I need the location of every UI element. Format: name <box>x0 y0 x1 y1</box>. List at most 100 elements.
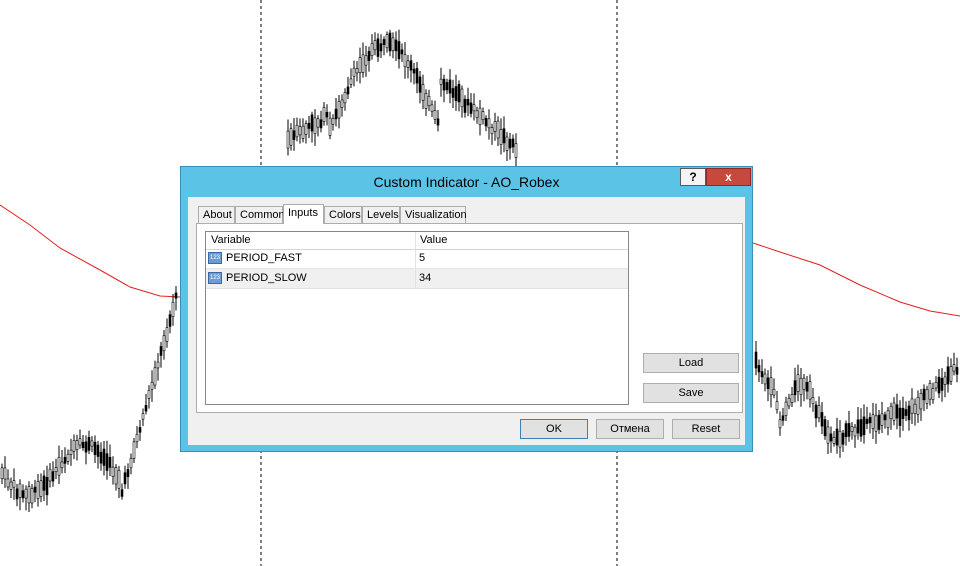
table-row[interactable]: 123 PERIOD_SLOW 34 <box>206 269 628 289</box>
candle-body <box>78 438 82 446</box>
variable-value[interactable]: 34 <box>419 272 431 284</box>
candle-body <box>514 143 518 158</box>
candle-body <box>117 470 121 489</box>
candle-body <box>156 361 160 369</box>
candle-body <box>289 128 293 146</box>
candle-body <box>141 413 145 420</box>
candle-body <box>400 49 404 55</box>
candle-body <box>841 432 845 445</box>
candle-body <box>775 401 779 410</box>
column-separator <box>415 232 416 249</box>
tab-common[interactable]: Common <box>235 206 285 223</box>
header-variable[interactable]: Variable <box>211 234 251 246</box>
integer-param-icon: 123 <box>208 252 222 264</box>
candle-body <box>892 402 896 421</box>
candle-body <box>42 475 46 491</box>
column-separator <box>415 249 416 268</box>
candle-body <box>120 489 124 497</box>
grid-header: Variable Value <box>206 232 628 250</box>
candle-body <box>427 96 431 106</box>
candle-body <box>21 490 25 499</box>
candle-body <box>403 54 407 68</box>
table-row[interactable]: 123 PERIOD_FAST 5 <box>206 249 628 269</box>
candle-body <box>135 433 139 443</box>
candle-body <box>370 43 374 56</box>
candle-body <box>496 120 500 139</box>
candle-body <box>364 55 368 66</box>
candle-body <box>502 128 506 144</box>
candle-body <box>84 441 88 453</box>
header-value[interactable]: Value <box>420 234 447 246</box>
candle-body <box>129 457 133 469</box>
candle-body <box>304 123 308 135</box>
candle-body <box>475 110 479 118</box>
candles-right <box>754 341 959 458</box>
save-button[interactable]: Save <box>643 383 739 403</box>
tab-colors[interactable]: Colors <box>324 206 362 223</box>
candles-top <box>286 29 518 168</box>
candle-body <box>811 397 815 404</box>
candle-body <box>868 417 872 424</box>
candle-body <box>466 98 470 106</box>
candle-body <box>51 471 55 482</box>
candle-body <box>39 480 43 497</box>
candle-body <box>943 376 947 385</box>
ok-button[interactable]: OK <box>520 419 588 439</box>
help-button[interactable]: ? <box>680 168 706 186</box>
candle-body <box>934 381 938 389</box>
candle-body <box>325 111 329 118</box>
candle-body <box>772 388 776 396</box>
candle-body <box>787 398 791 407</box>
tab-about[interactable]: About <box>198 206 235 223</box>
close-button[interactable]: x <box>706 168 751 186</box>
candle-body <box>421 84 425 101</box>
candle-body <box>307 122 311 129</box>
candle-body <box>865 418 869 424</box>
candle-body <box>30 488 34 504</box>
candle-body <box>946 366 950 385</box>
candle-body <box>93 441 97 455</box>
tab-visualization[interactable]: Visualization <box>400 206 467 223</box>
cancel-button[interactable]: Отмена <box>596 419 664 439</box>
candle-body <box>87 437 91 451</box>
candle-body <box>463 98 467 113</box>
inputs-grid[interactable]: Variable Value 123 PERIOD_FAST 5 123 PER… <box>205 231 629 405</box>
candle-body <box>481 111 485 121</box>
candle-body <box>126 469 130 478</box>
candle-body <box>144 405 148 412</box>
candle-body <box>838 430 842 448</box>
candle-body <box>379 43 383 52</box>
load-button[interactable]: Load <box>643 353 739 373</box>
integer-param-icon: 123 <box>208 272 222 284</box>
tab-levels[interactable]: Levels <box>362 206 400 223</box>
candle-body <box>907 405 911 421</box>
candle-body <box>114 467 118 485</box>
candle-body <box>895 404 899 419</box>
candle-body <box>871 414 875 429</box>
candle-body <box>108 456 112 468</box>
candle-body <box>826 426 830 444</box>
candle-body <box>415 68 419 84</box>
candle-body <box>835 428 839 446</box>
candle-body <box>33 486 37 493</box>
candle-body <box>829 433 833 442</box>
candle-body <box>319 119 323 129</box>
candle-body <box>45 476 49 496</box>
candle-body <box>940 377 944 391</box>
variable-value[interactable]: 5 <box>419 252 425 264</box>
reset-button[interactable]: Reset <box>672 419 740 439</box>
candle-body <box>877 414 881 430</box>
candle-body <box>301 125 305 139</box>
candle-body <box>508 138 512 149</box>
candle-body <box>769 377 773 396</box>
candle-body <box>754 351 758 369</box>
candle-body <box>36 481 40 500</box>
candle-body <box>436 118 440 126</box>
candle-body <box>6 478 10 488</box>
candle-body <box>928 383 932 400</box>
candle-body <box>349 78 353 85</box>
tab-inputs[interactable]: Inputs <box>283 204 324 224</box>
candle-body <box>844 423 848 438</box>
candle-body <box>388 32 392 52</box>
candle-body <box>90 440 94 447</box>
